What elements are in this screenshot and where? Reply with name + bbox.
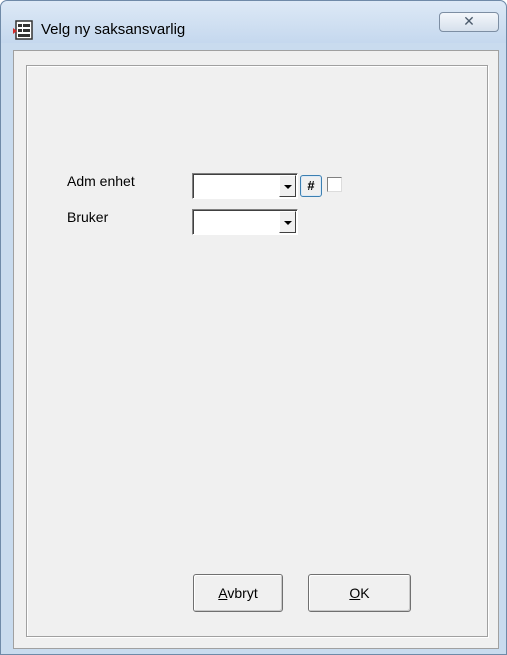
cancel-accel: A [218,585,228,601]
chevron-down-icon [284,221,292,225]
hash-button[interactable]: # [300,175,322,197]
window-title: Velg ny saksansvarlig [41,21,186,38]
title-bar[interactable]: Velg ny saksansvarlig ✕ [1,1,506,43]
ok-button[interactable]: OK [308,574,411,612]
bruker-label: Bruker [67,209,109,225]
bruker-dropdown-button[interactable] [279,211,296,233]
adm-enhet-checkbox[interactable] [327,177,342,192]
adm-enhet-combobox[interactable] [192,173,298,199]
bruker-combobox[interactable] [192,209,298,235]
dialog-window: Velg ny saksansvarlig ✕ Adm enhet # Bruk… [0,0,507,655]
close-icon: ✕ [463,14,475,30]
cancel-button[interactable]: Avbryt [193,574,283,612]
form-app-icon [13,20,33,40]
ok-accel: O [349,585,361,601]
form-panel [26,65,488,637]
adm-enhet-dropdown-button[interactable] [279,175,296,197]
chevron-down-icon [284,185,292,189]
close-button[interactable]: ✕ [439,12,499,32]
cancel-label-rest: vbryt [227,585,258,601]
adm-enhet-label: Adm enhet [67,173,135,189]
ok-label-rest: K [360,585,370,601]
dialog-body: Adm enhet # Bruker Avbryt OK [13,50,499,649]
